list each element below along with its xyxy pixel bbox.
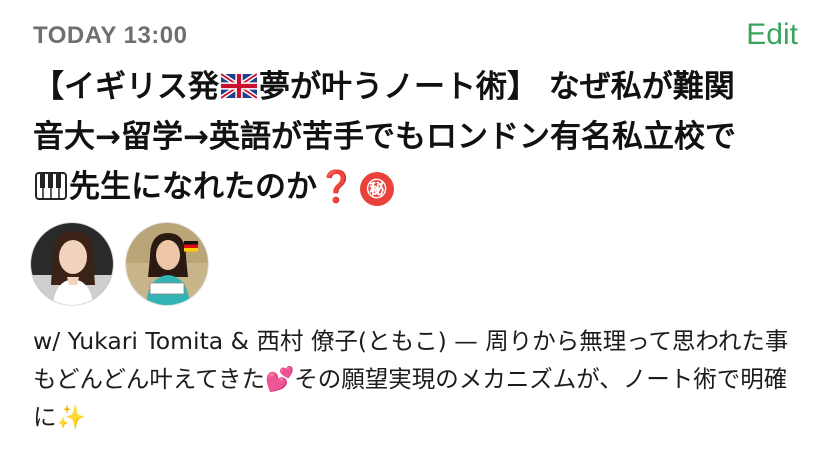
event-time-label: TODAY 13:00 [33, 22, 188, 49]
sparkles-icon: ✨ [56, 403, 86, 431]
edit-button[interactable]: Edit [746, 18, 798, 52]
event-title: 【イギリス発 夢が叶うノート術】 なぜ私が難関音大→留学→英語が苦手でもロンドン… [33, 62, 753, 212]
avatar-photo [126, 223, 208, 305]
two-hearts-icon: 💕 [264, 365, 295, 393]
secret-badge-icon: ㊙ [359, 172, 394, 206]
event-card: TODAY 13:00 Edit 【イギリス発 夢が叶うノート術】 なぜ私が難関… [0, 0, 828, 471]
host-avatar-yukari[interactable] [30, 222, 114, 306]
piano-icon [35, 172, 67, 200]
uk-flag-icon [221, 73, 257, 99]
host-avatar-tomoko[interactable] [125, 222, 209, 306]
title-text-part-3: 先生になれたのか [69, 169, 317, 205]
title-text-part-1: 【イギリス発 [33, 69, 219, 105]
avatar-photo [31, 223, 113, 305]
event-description: w/ Yukari Tomita & 西村 僚子(ともこ) — 周りから無理って… [33, 322, 793, 436]
red-question-icon: ❓ [317, 169, 356, 205]
